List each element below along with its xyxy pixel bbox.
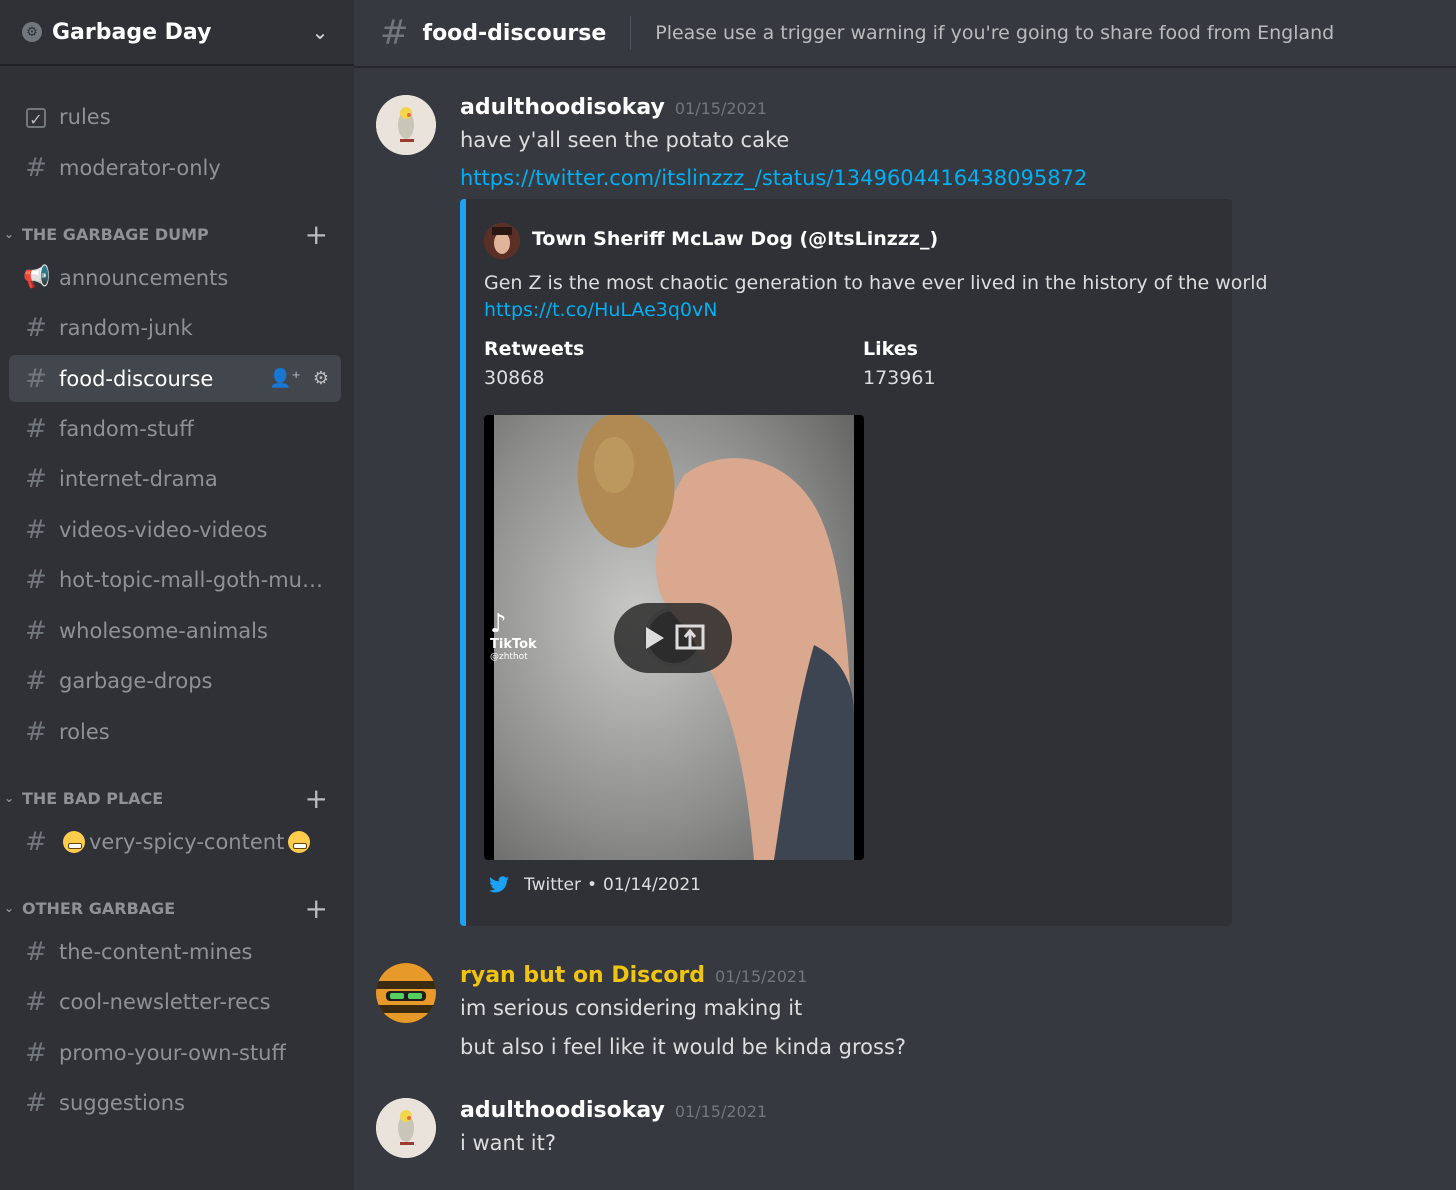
invite-user-icon[interactable]: 👤⁺: [269, 368, 301, 389]
embed-video[interactable]: ♪ TikTok @zhthot: [484, 415, 864, 860]
locked-hash-icon: #: [25, 826, 47, 857]
channel-topic[interactable]: Please use a trigger warning if you're g…: [655, 22, 1334, 44]
chevron-down-icon: ⌄: [4, 791, 15, 805]
hash-icon: #: [25, 615, 47, 646]
embed-field-likes-value: 173961: [863, 367, 936, 389]
avatar[interactable]: [376, 963, 436, 1023]
channel-roles[interactable]: # roles: [9, 708, 341, 755]
embed-author-avatar: [484, 223, 520, 259]
avatar[interactable]: [376, 95, 436, 155]
hash-icon: #: [25, 312, 47, 343]
channel-food-discourse[interactable]: # food-discourse 👤⁺ ⚙: [9, 355, 341, 402]
embed-footer-source: Twitter: [524, 875, 581, 895]
message-text: i want it?: [460, 1131, 556, 1155]
channel-rules[interactable]: ✓ rules: [9, 93, 341, 140]
header-divider: [630, 16, 632, 50]
add-channel-plus-icon[interactable]: +: [305, 218, 328, 251]
tiktok-icon: ♪: [490, 609, 507, 639]
chevron-down-icon[interactable]: ⌄: [308, 20, 332, 44]
hash-icon: #: [25, 363, 47, 394]
add-channel-plus-icon[interactable]: +: [305, 782, 328, 815]
message-author[interactable]: ryan but on Discord 01/15/2021: [460, 963, 807, 988]
chevron-down-icon: ⌄: [4, 227, 15, 241]
hash-icon: #: [25, 463, 47, 494]
message-timestamp: 01/15/2021: [674, 1102, 768, 1121]
channel-internet-drama[interactable]: # internet-drama: [9, 455, 341, 502]
embed-footer-date: 01/14/2021: [603, 875, 701, 895]
channel-suggestions[interactable]: # suggestions: [9, 1079, 341, 1126]
embed-description: Gen Z is the most chaotic generation to …: [484, 272, 1268, 294]
hash-icon: #: [25, 1087, 47, 1118]
message-timestamp: 01/15/2021: [715, 967, 808, 986]
embed-field-likes-name: Likes: [863, 338, 918, 360]
add-channel-plus-icon[interactable]: +: [305, 892, 328, 925]
chevron-down-icon: ⌄: [4, 901, 15, 915]
hash-icon: #: [380, 13, 409, 53]
grimacing-emoji-icon: [288, 830, 311, 853]
server-header[interactable]: ⚙ Garbage Day ⌄: [0, 0, 354, 66]
channel-promo-your-own-stuff[interactable]: # promo-your-own-stuff: [9, 1029, 341, 1076]
twitter-embed: Town Sheriff McLaw Dog (@ItsLinzzz_) Gen…: [460, 199, 1268, 926]
channel-fandom-stuff[interactable]: # fandom-stuff: [9, 405, 341, 452]
message-author[interactable]: adulthoodisokay 01/15/2021: [460, 95, 767, 120]
hash-icon: #: [25, 1037, 47, 1068]
channel-videos-video-videos[interactable]: # videos-video-videos: [9, 506, 341, 553]
embed-author[interactable]: Town Sheriff McLaw Dog (@ItsLinzzz_): [532, 228, 938, 250]
hash-icon: #: [25, 413, 47, 444]
category-the-garbage-dump[interactable]: ⌄ THE GARBAGE DUMP +: [4, 218, 344, 251]
server-name: Garbage Day: [52, 19, 212, 45]
megaphone-icon: 📢: [23, 265, 51, 290]
channel-garbage-drops[interactable]: # garbage-drops: [9, 657, 341, 704]
channel-hot-topic-mall-goth-music[interactable]: # hot-topic-mall-goth-musi...: [9, 556, 341, 603]
server-settings-icon: ⚙: [22, 22, 42, 42]
grimacing-emoji-icon: [63, 830, 85, 853]
message-author[interactable]: adulthoodisokay 01/15/2021: [460, 1098, 767, 1123]
gear-icon[interactable]: ⚙: [313, 368, 329, 389]
avatar[interactable]: [376, 1098, 436, 1158]
channel-very-spicy-content[interactable]: # very-spicy-content: [9, 818, 341, 865]
category-other-garbage[interactable]: ⌄ OTHER GARBAGE +: [4, 892, 344, 925]
message-text: im serious considering making it: [460, 996, 803, 1020]
channel-title: food-discourse: [422, 20, 607, 46]
message-text: have y'all seen the potato cake: [460, 128, 790, 152]
embed-field-retweets-value: 30868: [484, 367, 545, 389]
hash-icon: #: [25, 665, 47, 696]
locked-hash-icon: #: [25, 716, 47, 747]
embed-footer: Twitter • 01/14/2021: [488, 875, 701, 895]
embed-link[interactable]: https://t.co/HuLAe3q0vN: [484, 299, 717, 321]
message-timestamp: 01/15/2021: [674, 99, 768, 118]
locked-hash-icon: #: [25, 152, 47, 183]
channel-sidebar: ⚙ Garbage Day ⌄ ✓ rules # moderator-only…: [0, 0, 354, 1190]
embed-footer-separator: •: [586, 875, 598, 895]
hash-icon: #: [25, 936, 47, 967]
message-text: but also i feel like it would be kinda g…: [460, 1035, 907, 1059]
channel-wholesome-animals[interactable]: # wholesome-animals: [9, 607, 341, 654]
channel-moderator-only[interactable]: # moderator-only: [9, 144, 341, 191]
hash-icon: #: [25, 986, 47, 1017]
channel-cool-newsletter-recs[interactable]: # cool-newsletter-recs: [9, 978, 341, 1025]
channel-the-content-mines[interactable]: # the-content-mines: [9, 928, 341, 975]
hash-icon: #: [25, 514, 47, 545]
embed-field-retweets-name: Retweets: [484, 338, 585, 360]
rules-checkbox-icon: ✓: [23, 102, 49, 132]
hash-icon: #: [25, 564, 47, 595]
channel-announcements[interactable]: 📢 announcements: [9, 254, 341, 301]
channel-header: # food-discourse Please use a trigger wa…: [354, 0, 1456, 68]
category-the-bad-place[interactable]: ⌄ THE BAD PLACE +: [4, 782, 344, 815]
twitter-bird-icon: [489, 876, 509, 893]
channel-random-junk[interactable]: # random-junk: [9, 304, 341, 351]
tiktok-watermark: ♪ TikTok @zhthot: [490, 609, 537, 662]
message-link[interactable]: https://twitter.com/itslinzzz_/status/13…: [460, 166, 1087, 190]
